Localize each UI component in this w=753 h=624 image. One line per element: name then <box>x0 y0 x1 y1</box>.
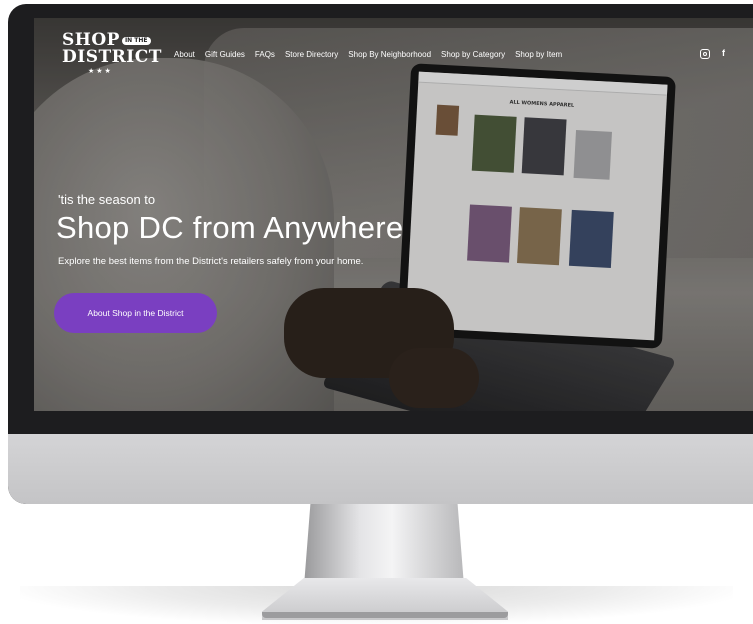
logo-stars: ★★★ <box>88 67 113 75</box>
nav-gift-guides[interactable]: Gift Guides <box>205 50 245 59</box>
main-nav: About Gift Guides FAQs Store Directory S… <box>174 50 562 59</box>
about-shop-button[interactable]: About Shop in the District <box>54 293 217 333</box>
monitor-stand-neck <box>304 504 464 586</box>
nav-shop-by-category[interactable]: Shop by Category <box>441 50 505 59</box>
monitor-chin <box>8 434 753 504</box>
hero-title: Shop DC from Anywhere <box>56 210 404 245</box>
logo-tag: IN THE <box>121 36 151 45</box>
nav-faqs[interactable]: FAQs <box>255 50 275 59</box>
hero-description: Explore the best items from the District… <box>58 256 364 267</box>
monitor-stand-edge <box>262 612 508 618</box>
site-logo[interactable]: SHOP IN THE DISTRICT ★★★ <box>62 32 162 75</box>
logo-word-district: DISTRICT <box>62 47 162 67</box>
facebook-icon[interactable]: f <box>722 48 725 59</box>
nav-shop-by-neighborhood[interactable]: Shop By Neighborhood <box>348 50 431 59</box>
social-links: f <box>700 48 725 59</box>
nav-about[interactable]: About <box>174 50 195 59</box>
instagram-icon[interactable] <box>700 49 710 59</box>
nav-shop-by-item[interactable]: Shop by Item <box>515 50 562 59</box>
monitor-frame: ALL WOMENS APPAREL SHOP IN THE DISTRICT ★… <box>8 4 753 504</box>
monitor-screen: ALL WOMENS APPAREL SHOP IN THE DISTRICT ★… <box>34 18 753 411</box>
hero-subtitle: 'tis the season to <box>58 192 156 207</box>
nav-store-directory[interactable]: Store Directory <box>285 50 338 59</box>
